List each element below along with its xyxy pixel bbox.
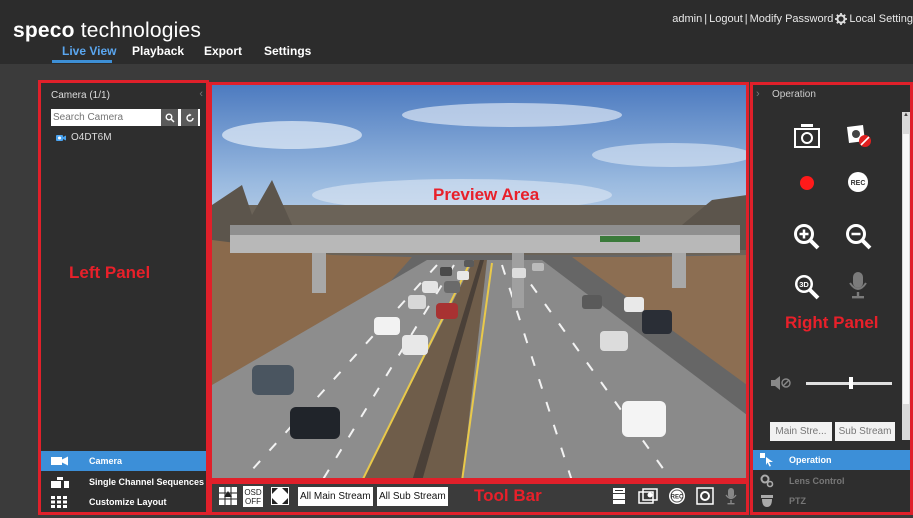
account-links: admin | Logout | Modify Password Local S… <box>672 13 913 25</box>
local-settings-link[interactable]: Local Setting <box>849 13 913 25</box>
right-panel-label: Right Panel <box>785 313 879 332</box>
nav-export[interactable]: Export <box>204 44 242 58</box>
app-window: speco technologies Live View Playback Ex… <box>0 0 913 518</box>
brand-logo: speco technologies <box>13 19 202 42</box>
separator: | <box>744 13 748 25</box>
nav-live-view[interactable]: Live View <box>62 44 116 58</box>
nav-playback[interactable]: Playback <box>132 44 184 58</box>
user-name: admin <box>672 13 703 25</box>
modify-password-link[interactable]: Modify Password <box>750 13 834 25</box>
nav-active-indicator <box>52 60 112 63</box>
preview-area-label: Preview Area <box>433 185 540 204</box>
right-panel-annotation-box <box>750 82 913 515</box>
logout-link[interactable]: Logout <box>709 13 743 25</box>
header-bar: speco technologies Live View Playback Ex… <box>0 0 913 64</box>
tool-bar-label: Tool Bar <box>474 486 542 505</box>
left-panel-label: Left Panel <box>69 263 151 282</box>
preview-annotation-box <box>209 82 749 481</box>
gear-icon[interactable] <box>835 13 848 25</box>
nav-settings[interactable]: Settings <box>264 44 311 58</box>
left-panel-annotation-box <box>38 80 209 515</box>
separator: | <box>704 13 708 25</box>
